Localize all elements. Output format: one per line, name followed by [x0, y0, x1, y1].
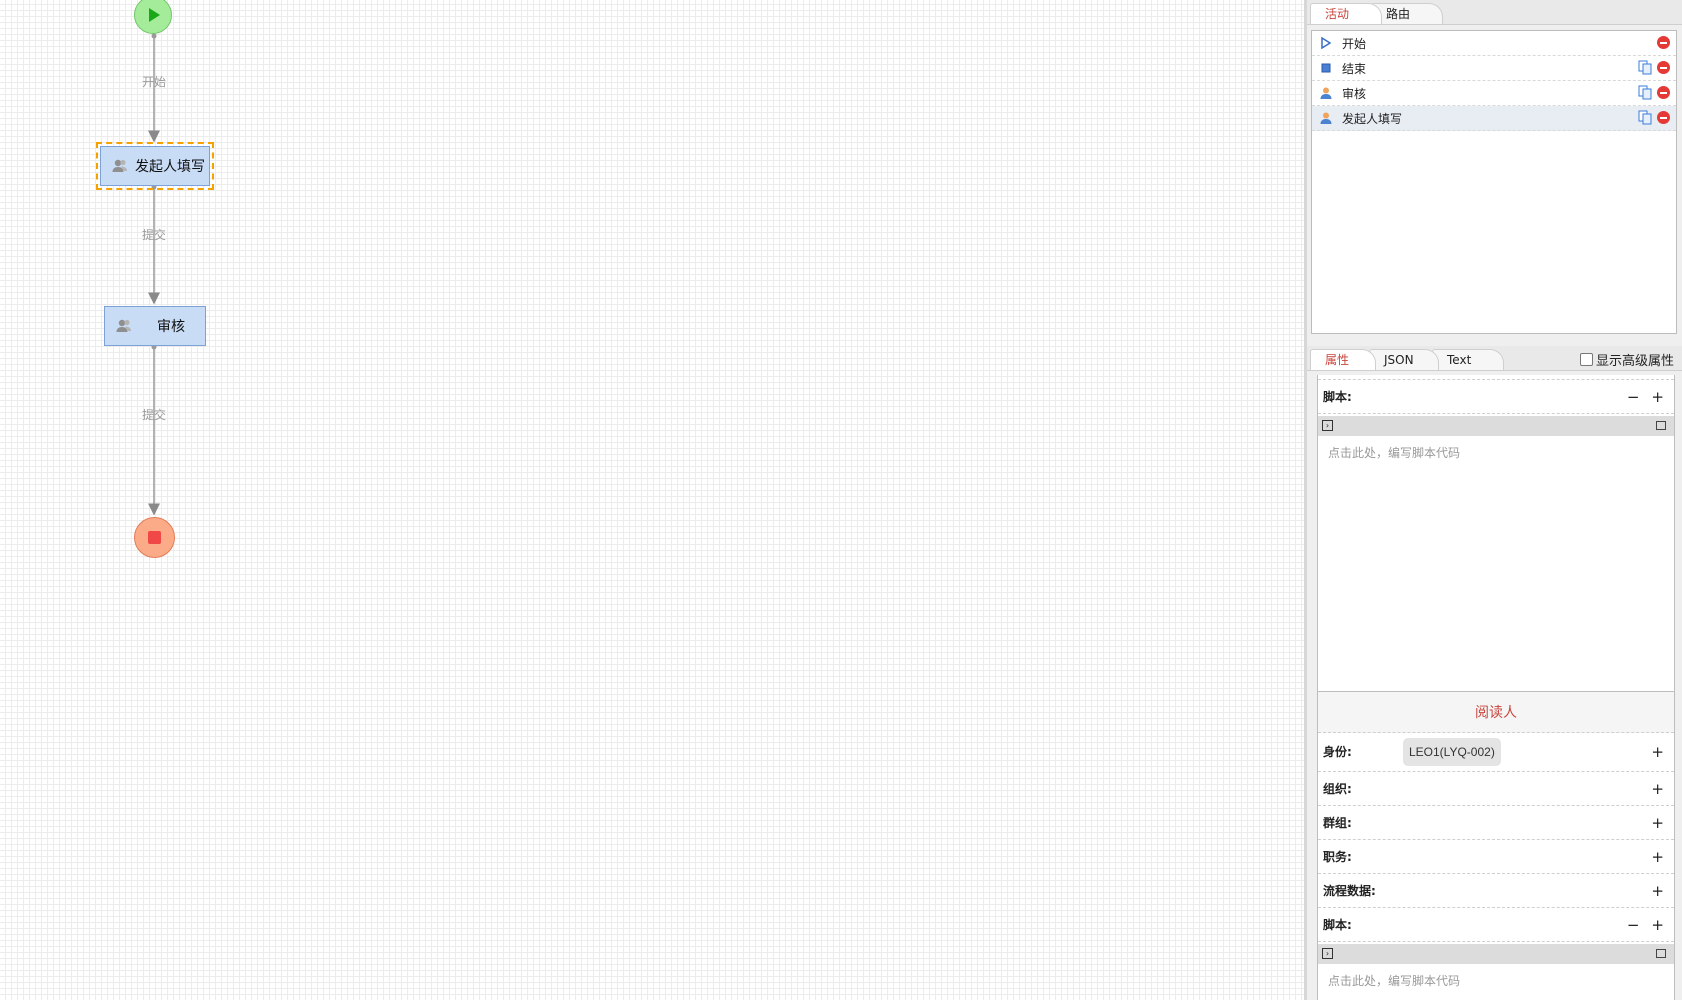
- tab-json[interactable]: JSON: [1369, 349, 1439, 370]
- identity-row: 身份: LEO1(LYQ-002) +: [1318, 732, 1674, 772]
- advanced-checkbox[interactable]: [1579, 353, 1593, 366]
- script-placeholder: 点击此处，编写脚本代码: [1328, 974, 1461, 988]
- minus-icon[interactable]: −: [1627, 916, 1640, 934]
- list-item[interactable]: 结束: [1312, 56, 1676, 81]
- users-icon: [112, 159, 127, 172]
- minus-icon[interactable]: −: [1627, 388, 1640, 406]
- duty-row: 职务: +: [1318, 840, 1674, 874]
- right-panel: 路由 活动 开始 结束 审核 发起人填写 Text JSON 属性 显示高级属性…: [1307, 0, 1682, 1000]
- route-label-start[interactable]: 开始: [142, 73, 166, 90]
- list-item[interactable]: 发起人填写: [1312, 106, 1676, 131]
- activity-label: 审核: [1342, 86, 1367, 101]
- property-tabbar: Text JSON 属性 显示高级属性: [1307, 346, 1682, 371]
- list-item[interactable]: 审核: [1312, 81, 1676, 106]
- users-icon: [116, 319, 131, 332]
- script-row: 脚本: − +: [1318, 380, 1674, 414]
- task-label: 发起人填写: [135, 158, 205, 174]
- task-label: 审核: [157, 318, 185, 334]
- activity-list: 开始 结束 审核 发起人填写: [1311, 30, 1677, 334]
- end-node[interactable]: [134, 517, 175, 558]
- user-icon: [1318, 110, 1334, 126]
- plus-icon[interactable]: +: [1651, 743, 1664, 761]
- copy-icon[interactable]: [1638, 110, 1652, 125]
- play-icon: [149, 8, 160, 22]
- plus-icon[interactable]: +: [1651, 780, 1664, 798]
- activity-label: 发起人填写: [1342, 111, 1403, 126]
- script-editor-toolbar: ›: [1318, 944, 1674, 964]
- script-editor-toolbar: ›: [1318, 416, 1674, 436]
- list-item[interactable]: 开始: [1312, 31, 1676, 56]
- plus-icon[interactable]: +: [1651, 916, 1664, 934]
- delete-icon[interactable]: [1657, 86, 1670, 99]
- user-icon: [1318, 85, 1334, 101]
- tab-properties[interactable]: 属性: [1310, 349, 1376, 370]
- activity-label: 开始: [1342, 36, 1367, 51]
- plus-icon[interactable]: +: [1651, 882, 1664, 900]
- flowdata-row: 流程数据: +: [1318, 874, 1674, 908]
- duty-label: 职务:: [1323, 850, 1352, 864]
- activity-label: 结束: [1342, 61, 1367, 76]
- script-label: 脚本:: [1323, 918, 1352, 932]
- identity-label: 身份:: [1323, 745, 1352, 759]
- reader-section-title: 阅读人: [1318, 691, 1674, 733]
- task-node-audit[interactable]: 审核: [104, 306, 206, 346]
- script-editor[interactable]: 点击此处，编写脚本代码: [1318, 436, 1674, 691]
- script-label: 脚本:: [1323, 390, 1352, 404]
- identity-chip[interactable]: LEO1(LYQ-002): [1403, 738, 1501, 766]
- delete-icon[interactable]: [1657, 61, 1670, 74]
- delete-icon[interactable]: [1657, 36, 1670, 49]
- script-editor[interactable]: 点击此处，编写脚本代码: [1318, 964, 1674, 1000]
- plus-icon[interactable]: +: [1651, 814, 1664, 832]
- advanced-label: 显示高级属性: [1595, 353, 1674, 368]
- activity-tabbar: 路由 活动: [1307, 0, 1682, 25]
- flowdata-label: 流程数据:: [1323, 884, 1376, 898]
- org-label: 组织:: [1323, 782, 1352, 796]
- maximize-icon[interactable]: [1656, 421, 1666, 430]
- stop-icon: [148, 531, 161, 544]
- delete-icon[interactable]: [1657, 111, 1670, 124]
- route-label-submit1[interactable]: 提交: [142, 226, 166, 243]
- task-node-fill[interactable]: 发起人填写: [96, 142, 214, 190]
- terminal-icon[interactable]: ›: [1322, 948, 1333, 959]
- maximize-icon[interactable]: [1656, 949, 1666, 958]
- tab-text[interactable]: Text: [1432, 349, 1504, 370]
- advanced-properties-toggle[interactable]: 显示高级属性: [1579, 350, 1674, 369]
- script-placeholder: 点击此处，编写脚本代码: [1328, 446, 1461, 460]
- org-row: 组织: +: [1318, 772, 1674, 806]
- end-square-icon: [1318, 60, 1334, 76]
- flow-canvas[interactable]: 开始 发起人填写 提交 审核 提交: [0, 0, 1306, 1000]
- properties-body: 脚本: − + › 点击此处，编写脚本代码 阅读人 身份: LEO1(LYQ-0…: [1317, 375, 1675, 1000]
- copy-icon[interactable]: [1638, 85, 1652, 100]
- group-label: 群组:: [1323, 816, 1352, 830]
- plus-icon[interactable]: +: [1651, 388, 1664, 406]
- copy-icon[interactable]: [1638, 60, 1652, 75]
- tab-activity[interactable]: 活动: [1310, 3, 1382, 24]
- terminal-icon[interactable]: ›: [1322, 420, 1333, 431]
- plus-icon[interactable]: +: [1651, 848, 1664, 866]
- group-row: 群组: +: [1318, 806, 1674, 840]
- start-triangle-icon: [1318, 35, 1334, 51]
- script-row-2: 脚本: − +: [1318, 908, 1674, 942]
- route-label-submit2[interactable]: 提交: [142, 406, 166, 423]
